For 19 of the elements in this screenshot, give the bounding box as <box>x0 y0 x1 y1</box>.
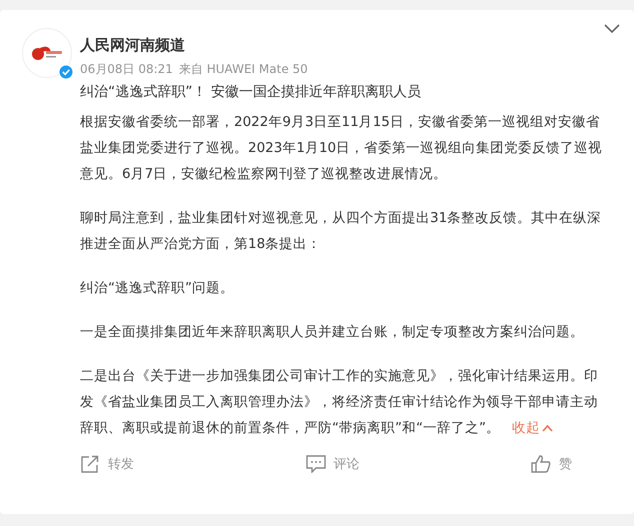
comment-icon <box>306 455 326 473</box>
chevron-down-icon[interactable] <box>604 24 620 34</box>
post-paragraph: 聊时局注意到，盐业集团针对巡视意见，从四个方面提出31条整改反馈。其中在纵深推进全面从严治党方面，第18条提出： <box>80 209 602 254</box>
collapse-link[interactable]: 收起 <box>512 415 553 441</box>
like-button[interactable]: 赞 <box>531 453 572 475</box>
share-button[interactable]: 转发 <box>80 453 134 475</box>
post-paragraph: 纠治“逃逸式辞职”问题。 <box>80 279 235 298</box>
post-paragraph: 二是出台《关于进一步加强集团公司审计工作的实施意见》，强化审计结果运用。印发《省盐业集团员工入离职管理办法》，将经济责任审计结论作为领导干部申请主动辞职、离职或提前退休的前置条件，严防“带病离职”和“一辞了之”。 收起 <box>80 363 610 441</box>
thumbs-up-icon <box>531 455 551 473</box>
author-name[interactable]: 人民网河南频道 <box>80 36 421 55</box>
share-icon <box>80 455 100 473</box>
post-title: 纠治“逃逸式辞职”！ 安徽一国企摸排近年辞职离职人员 <box>80 83 421 101</box>
post-paragraph: 根据安徽省委统一部署，2022年9月3日至11月15日，安徽省委第一巡视组对安徽省盐业集团党委进行了巡视。2023年1月10日，省委第一巡视组向集团党委反馈了巡视意见。6月7日，安徽纪检监察网刊登了巡视整改进展情况。 <box>80 113 604 184</box>
avatar[interactable] <box>22 28 72 78</box>
caret-up-icon <box>542 424 553 432</box>
post-paragraph: 一是全面摸排集团近年来辞职离职人员并建立台账，制定专项整改方案纠治问题。 <box>80 323 585 342</box>
comment-button[interactable]: 评论 <box>306 453 360 475</box>
post-source: 来自 HUAWEI Mate 50 <box>178 61 308 78</box>
post-time[interactable]: 06月08日 08:21 <box>80 61 173 78</box>
